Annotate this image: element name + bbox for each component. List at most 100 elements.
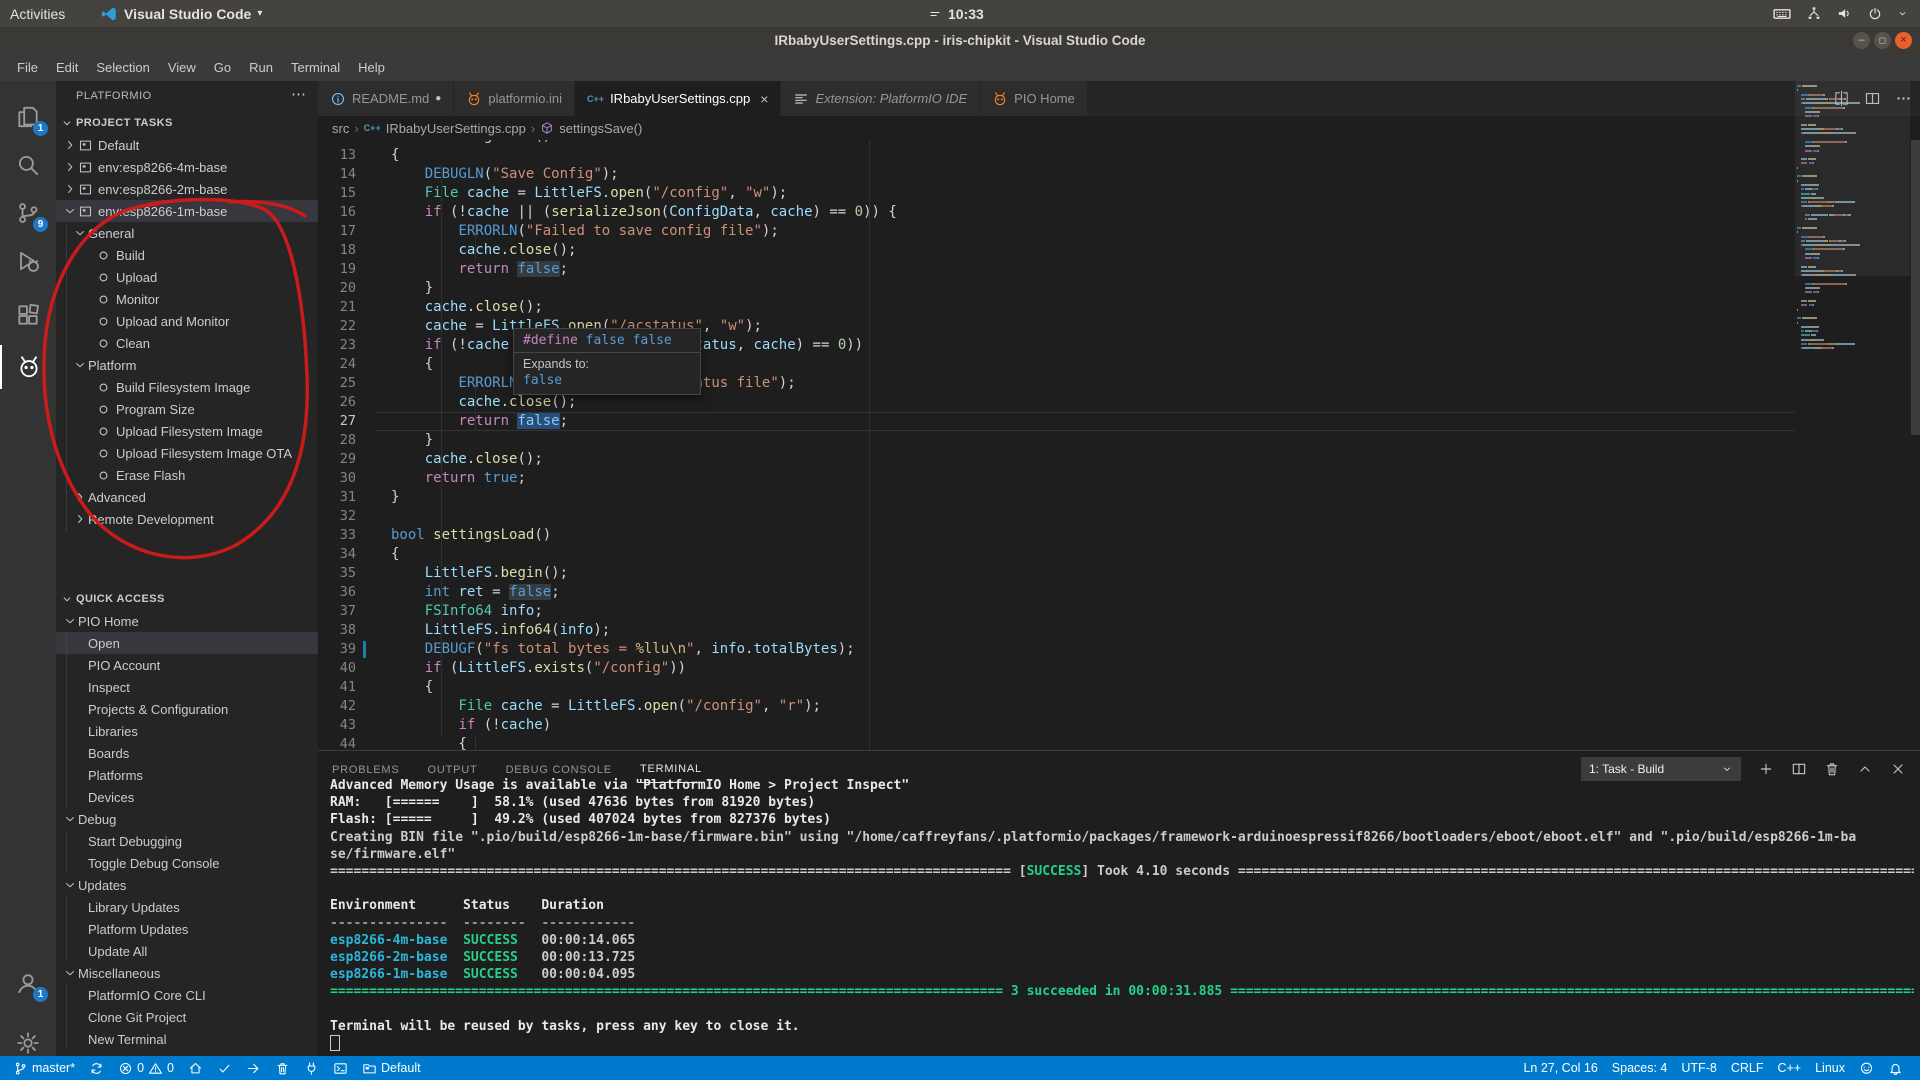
status-utf-8[interactable]: UTF-8 <box>1674 1056 1723 1080</box>
sidebar-item-updates[interactable]: Updates <box>56 874 318 896</box>
activity-ext[interactable] <box>0 293 56 337</box>
code-line-37[interactable]: 37 FSInfo64 info; <box>318 602 1920 621</box>
sidebar-item-upload-and-monitor[interactable]: Upload and Monitor <box>56 310 318 332</box>
status-check[interactable] <box>210 1056 239 1080</box>
sidebar-item-program-size[interactable]: Program Size <box>56 398 318 420</box>
status-linux[interactable]: Linux <box>1808 1056 1852 1080</box>
menu-view[interactable]: View <box>159 55 205 81</box>
system-tray[interactable] <box>1772 0 1908 27</box>
editor-scrollbar[interactable] <box>1911 140 1920 435</box>
sidebar-item-boards[interactable]: Boards <box>56 742 318 764</box>
code-line-44[interactable]: 44 { <box>318 735 1920 750</box>
sidebar-item-devices[interactable]: Devices <box>56 786 318 808</box>
sidebar-item-clean[interactable]: Clean <box>56 332 318 354</box>
sidebar-item-projects-configuration[interactable]: Projects & Configuration <box>56 698 318 720</box>
breadcrumb-item[interactable]: src <box>332 121 349 136</box>
tab-pio-home[interactable]: PIO Home <box>980 81 1088 116</box>
activity-debug[interactable] <box>0 239 56 283</box>
breadcrumb[interactable]: src›C++IRbabyUserSettings.cpp›settingsSa… <box>318 116 1920 140</box>
sidebar-item-remote-development[interactable]: Remote Development <box>56 508 318 530</box>
code-line-41[interactable]: 41 { <box>318 678 1920 697</box>
sidebar-item-general[interactable]: General <box>56 222 318 244</box>
status-branch[interactable]: master* <box>6 1056 82 1080</box>
status-feedback[interactable] <box>1852 1056 1881 1080</box>
sidebar-item-default[interactable]: Default <box>56 134 318 156</box>
sidebar-item-platforms[interactable]: Platforms <box>56 764 318 786</box>
menu-go[interactable]: Go <box>205 55 240 81</box>
sidebar-item-upload[interactable]: Upload <box>56 266 318 288</box>
code-line-39[interactable]: 39 DEBUGF("fs total bytes = %llu\n", inf… <box>318 640 1920 659</box>
menu-run[interactable]: Run <box>240 55 282 81</box>
sidebar-item-platformio-core-cli[interactable]: PlatformIO Core CLI <box>56 984 318 1006</box>
activity-scm[interactable]: 9 <box>0 191 56 235</box>
window-maximize-button[interactable]: ◻ <box>1874 32 1891 49</box>
code-line-14[interactable]: 14 DEBUGLN("Save Config"); <box>318 165 1920 184</box>
code-line-42[interactable]: 42 File cache = LittleFS.open("/config",… <box>318 697 1920 716</box>
code-line-18[interactable]: 18 cache.close(); <box>318 241 1920 260</box>
minimap[interactable] <box>1795 81 1910 691</box>
status-bell[interactable] <box>1881 1056 1910 1080</box>
sidebar-item-toggle-debug-console[interactable]: Toggle Debug Console <box>56 852 318 874</box>
code-line-21[interactable]: 21 cache.close(); <box>318 298 1920 317</box>
plus-icon[interactable] <box>1758 761 1774 777</box>
status-crlf[interactable]: CRLF <box>1724 1056 1771 1080</box>
status-arrow[interactable] <box>239 1056 268 1080</box>
sidebar-item-libraries[interactable]: Libraries <box>56 720 318 742</box>
tab-readme-md[interactable]: README.md● <box>318 81 454 116</box>
menu-file[interactable]: File <box>8 55 47 81</box>
sidebar-item-upload-filesystem-image-ota[interactable]: Upload Filesystem Image OTA <box>56 442 318 464</box>
sidebar-item-open[interactable]: Open <box>56 632 318 654</box>
status-c-[interactable]: C++ <box>1770 1056 1808 1080</box>
code-line-28[interactable]: 28 } <box>318 431 1920 450</box>
code-line-15[interactable]: 15 File cache = LittleFS.open("/config",… <box>318 184 1920 203</box>
code-line-29[interactable]: 29 cache.close(); <box>318 450 1920 469</box>
menu-help[interactable]: Help <box>349 55 394 81</box>
sidebar-item-pio-home[interactable]: PIO Home <box>56 610 318 632</box>
code-line-16[interactable]: 16 if (!cache || (serializeJson(ConfigDa… <box>318 203 1920 222</box>
code-line-19[interactable]: 19 return false; <box>318 260 1920 279</box>
window-minimize-button[interactable]: – <box>1853 32 1870 49</box>
sidebar-item-start-debugging[interactable]: Start Debugging <box>56 830 318 852</box>
activities-button[interactable]: Activities <box>10 0 65 27</box>
sidebar-item-platform[interactable]: Platform <box>56 354 318 376</box>
tab-platformio-ini[interactable]: platformio.ini <box>454 81 575 116</box>
code-line-17[interactable]: 17 ERRORLN("Failed to save config file")… <box>318 222 1920 241</box>
code-line-38[interactable]: 38 LittleFS.info64(info); <box>318 621 1920 640</box>
code-line-31[interactable]: 31} <box>318 488 1920 507</box>
code-line-34[interactable]: 34{ <box>318 545 1920 564</box>
sidebar-item-clone-git-project[interactable]: Clone Git Project <box>56 1006 318 1028</box>
trash-icon[interactable] <box>1824 761 1840 777</box>
status-folder[interactable]: Default <box>355 1056 428 1080</box>
sidebar-item-advanced[interactable]: Advanced <box>56 486 318 508</box>
breadcrumb-item[interactable]: IRbabyUserSettings.cpp <box>386 121 526 136</box>
tab-extension-platformio-ide[interactable]: Extension: PlatformIO IDE <box>781 81 980 116</box>
code-line-40[interactable]: 40 if (LittleFS.exists("/config")) <box>318 659 1920 678</box>
status-home[interactable] <box>181 1056 210 1080</box>
menu-edit[interactable]: Edit <box>47 55 87 81</box>
closex-icon[interactable] <box>1890 761 1906 777</box>
activity-account[interactable]: 1 <box>0 961 56 1005</box>
sidebar-item-library-updates[interactable]: Library Updates <box>56 896 318 918</box>
sidebar-item-env-esp8266-1m-base[interactable]: env:esp8266-1m-base <box>56 200 318 222</box>
tab-close-icon[interactable]: × <box>760 91 768 107</box>
window-close-button[interactable]: × <box>1895 32 1912 49</box>
sidebar-item-upload-filesystem-image[interactable]: Upload Filesystem Image <box>56 420 318 442</box>
sidebar-item-new-terminal[interactable]: New Terminal <box>56 1028 318 1050</box>
breadcrumb-item[interactable]: settingsSave() <box>559 121 642 136</box>
sidebar-item-miscellaneous[interactable]: Miscellaneous <box>56 962 318 984</box>
sidebar-item-env-esp8266-2m-base[interactable]: env:esp8266-2m-base <box>56 178 318 200</box>
status-spaces-4[interactable]: Spaces: 4 <box>1605 1056 1675 1080</box>
code-line-30[interactable]: 30 return true; <box>318 469 1920 488</box>
terminal-output[interactable]: Advanced Memory Usage is available via "… <box>330 777 1914 1056</box>
sidebar-item-build-filesystem-image[interactable]: Build Filesystem Image <box>56 376 318 398</box>
tab-irbabyusersettings-cpp[interactable]: C++IRbabyUserSettings.cpp× <box>575 81 781 116</box>
code-line-27[interactable]: 27 return false; <box>318 412 1920 431</box>
app-menu[interactable]: Visual Studio Code▾ <box>100 0 262 27</box>
sidebar-item-build[interactable]: Build <box>56 244 318 266</box>
sidebar-item-env-esp8266-4m-base[interactable]: env:esp8266-4m-base <box>56 156 318 178</box>
status-plug[interactable] <box>297 1056 326 1080</box>
chevup-icon[interactable] <box>1857 761 1873 777</box>
code-line-43[interactable]: 43 if (!cache) <box>318 716 1920 735</box>
sidebar-item-inspect[interactable]: Inspect <box>56 676 318 698</box>
code-line-26[interactable]: 26 cache.close(); <box>318 393 1920 412</box>
